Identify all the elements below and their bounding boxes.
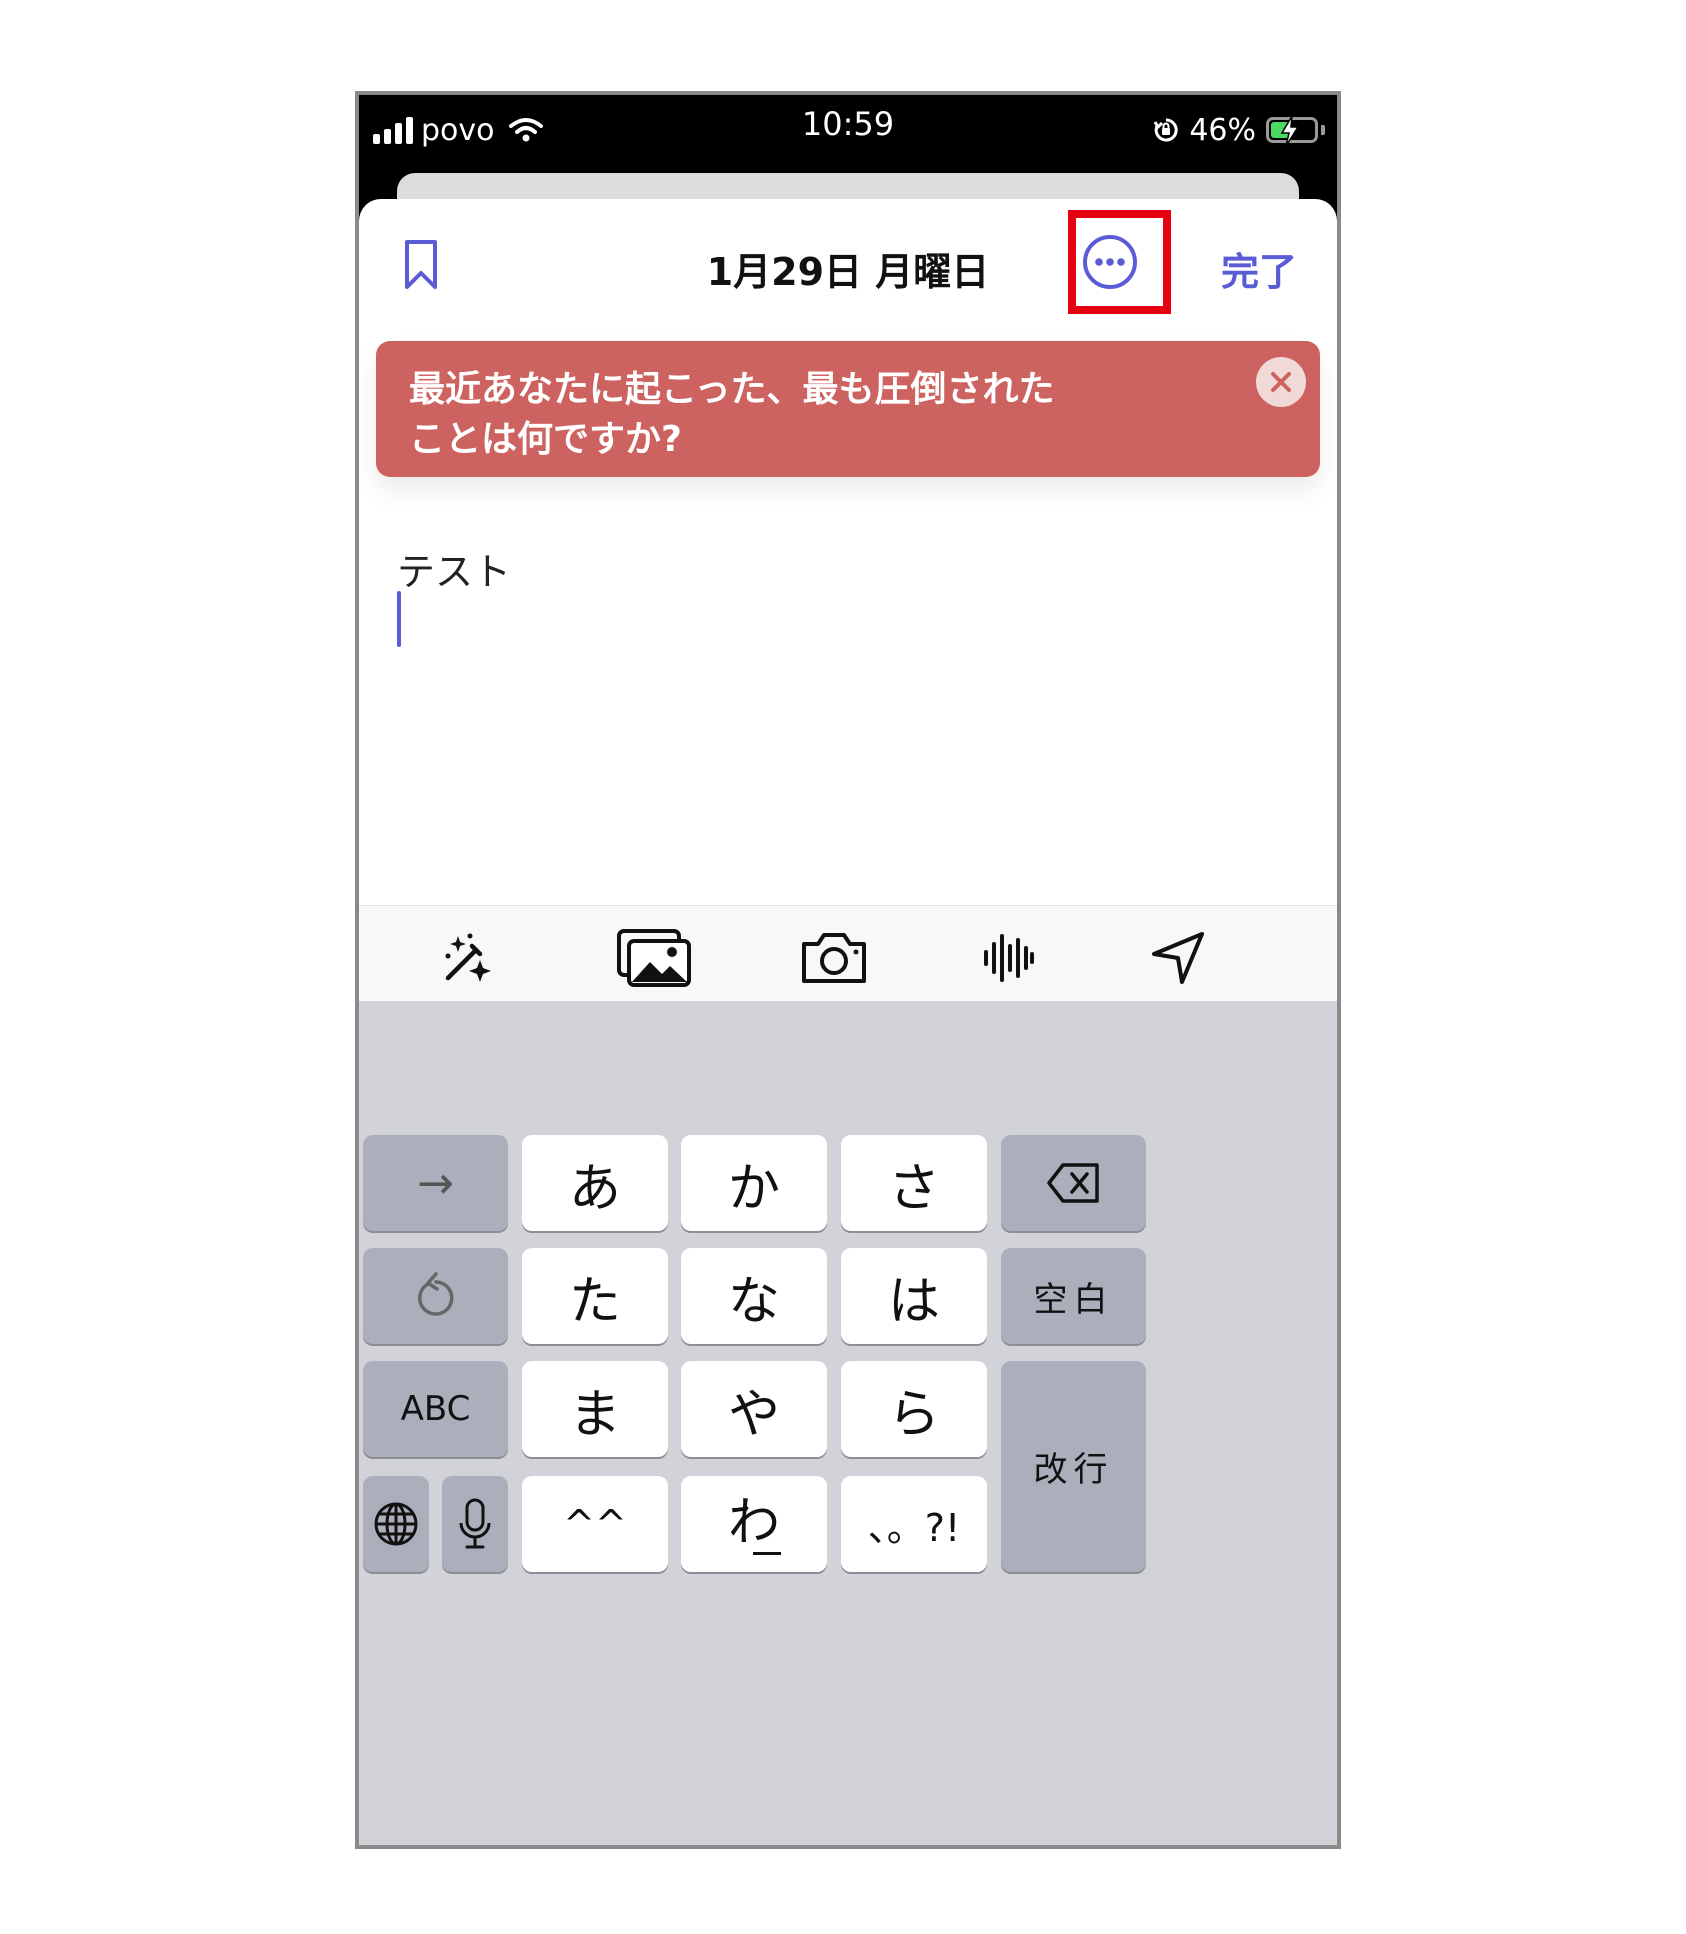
- key-ma[interactable]: ま: [522, 1361, 668, 1457]
- prompt-close-button[interactable]: [1256, 357, 1306, 407]
- key-ka[interactable]: か: [681, 1135, 827, 1231]
- magic-wand-icon: [445, 933, 491, 982]
- audio-recording-button[interactable]: [975, 928, 1041, 988]
- photo-library-button[interactable]: [615, 928, 693, 988]
- status-right: 46%: [1153, 105, 1325, 155]
- camera-button[interactable]: [797, 928, 871, 988]
- key-next-candidate[interactable]: →: [363, 1135, 508, 1231]
- magic-wand-button[interactable]: [435, 928, 501, 988]
- japanese-keyboard: → あ か さ た な は 空白 ABC ま や ら 改行 ^^ わ 、。?!: [359, 1001, 1337, 1845]
- status-bar: povo 10:59 46%: [359, 95, 1337, 181]
- highlight-box: [1068, 210, 1171, 314]
- key-globe[interactable]: [363, 1476, 429, 1572]
- key-wa-label: わ: [727, 1492, 780, 1553]
- prompt-line-1: 最近あなたに起こった、最も圧倒された: [409, 369, 1055, 410]
- navigation-bar: 1月29日 月曜日 完了: [359, 199, 1337, 319]
- key-space[interactable]: 空白: [1001, 1248, 1146, 1344]
- undo-icon: [417, 1272, 453, 1316]
- phone-frame: povo 10:59 46% 1月29日 月曜日 完了 最近あなたに起こった、最…: [355, 91, 1341, 1849]
- backspace-icon: [1046, 1163, 1099, 1203]
- entry-text[interactable]: テスト: [397, 541, 511, 596]
- key-next-label: →: [417, 1157, 454, 1209]
- battery-percent: 46%: [1189, 112, 1256, 148]
- battery-nub: [1321, 125, 1325, 135]
- microphone-icon: [459, 1498, 491, 1549]
- key-abc[interactable]: ABC: [363, 1361, 508, 1457]
- audio-waveform-icon: [984, 934, 1034, 982]
- key-ha[interactable]: は: [841, 1248, 987, 1344]
- key-punctuation[interactable]: 、。?!: [841, 1476, 987, 1572]
- photo-library-icon: [617, 929, 691, 987]
- prompt-text: 最近あなたに起こった、最も圧倒された ことは何ですか?: [409, 365, 1169, 465]
- location-button[interactable]: [1145, 928, 1211, 988]
- text-caret: [397, 591, 401, 647]
- done-button[interactable]: 完了: [1221, 241, 1297, 296]
- globe-icon: [374, 1502, 418, 1546]
- entry-date-title: 1月29日 月曜日: [706, 250, 990, 294]
- key-backspace[interactable]: [1001, 1135, 1146, 1231]
- key-undo[interactable]: [363, 1248, 508, 1344]
- key-emoticon[interactable]: ^^: [522, 1476, 668, 1572]
- battery-charging-icon: [1266, 115, 1318, 147]
- journal-entry-sheet: 1月29日 月曜日 完了 最近あなたに起こった、最も圧倒された ことは何ですか?…: [359, 199, 1337, 1845]
- location-arrow-icon: [1152, 932, 1204, 984]
- key-na[interactable]: な: [681, 1248, 827, 1344]
- prompt-card: 最近あなたに起こった、最も圧倒された ことは何ですか?: [376, 341, 1320, 477]
- camera-icon: [802, 933, 866, 983]
- key-enter[interactable]: 改行: [1001, 1361, 1146, 1572]
- key-wa[interactable]: わ: [681, 1476, 827, 1572]
- key-ta[interactable]: た: [522, 1248, 668, 1344]
- key-sa[interactable]: さ: [841, 1135, 987, 1231]
- entry-toolbar: [359, 905, 1337, 1002]
- rotation-lock-icon: [1154, 118, 1178, 142]
- key-a[interactable]: あ: [522, 1135, 668, 1231]
- prompt-line-2: ことは何ですか?: [409, 419, 682, 460]
- key-ra[interactable]: ら: [841, 1361, 987, 1457]
- close-x-icon: [1271, 372, 1291, 392]
- key-dictation[interactable]: [442, 1476, 508, 1572]
- key-ya[interactable]: や: [681, 1361, 827, 1457]
- key-wa-underline: [753, 1551, 781, 1555]
